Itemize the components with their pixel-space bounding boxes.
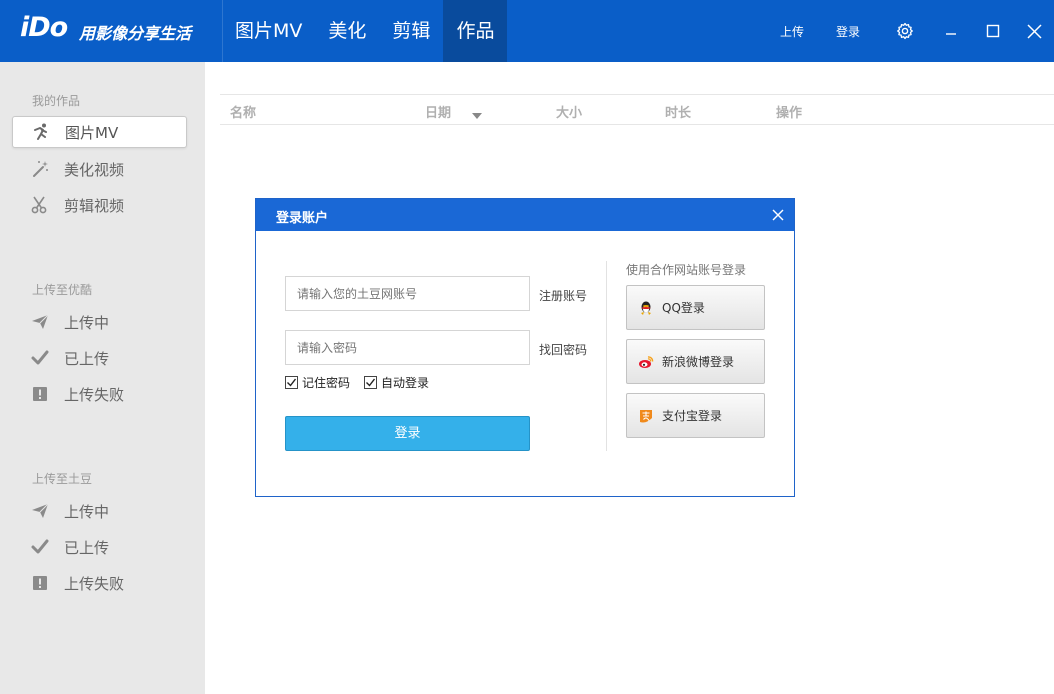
sidebar: 我的作品 图片MV 美化视频 剪辑视频 上传至优酷 上传中 已上传 上传失败 上… [0, 62, 205, 694]
tab-picture-mv[interactable]: 图片MV [222, 0, 315, 62]
sidebar-item-label: 上传中 [64, 502, 110, 521]
sidebar-item-youku-uploading[interactable]: 上传中 [12, 306, 187, 338]
magic-wand-icon [30, 159, 50, 179]
section-title-upload-youku: 上传至优酷 [32, 283, 93, 297]
scissors-icon [30, 195, 50, 215]
sidebar-item-label: 上传中 [64, 313, 110, 332]
column-date[interactable]: 日期 [425, 102, 451, 121]
sidebar-item-label: 剪辑视频 [64, 196, 125, 215]
main-nav: 图片MV 美化 剪辑 作品 [222, 0, 508, 62]
alipay-login-button[interactable]: 支付宝登录 [626, 393, 765, 438]
app-logo: iDo [20, 12, 68, 43]
sort-down-icon[interactable] [472, 108, 482, 123]
dialog-header: 登录账户 [256, 199, 794, 231]
sidebar-item-picture-mv[interactable]: 图片MV [12, 116, 187, 148]
auto-login-checkbox[interactable]: 自动登录 [364, 374, 429, 391]
sidebar-item-label: 已上传 [64, 538, 110, 557]
checkmark-icon [30, 537, 50, 557]
tab-works[interactable]: 作品 [443, 0, 508, 62]
sidebar-item-youku-uploaded[interactable]: 已上传 [12, 342, 187, 374]
dialog-title: 登录账户 [276, 211, 329, 226]
sidebar-item-edit-video[interactable]: 剪辑视频 [12, 189, 187, 221]
sidebar-item-tudou-uploading[interactable]: 上传中 [12, 495, 187, 527]
sidebar-item-label: 上传失败 [64, 385, 125, 404]
section-title-upload-tudou: 上传至土豆 [32, 472, 93, 486]
app-slogan: 用影像分享生活 [79, 24, 192, 43]
dialog-close-icon[interactable] [770, 207, 786, 223]
auto-login-label: 自动登录 [381, 376, 430, 390]
sidebar-item-label: 已上传 [64, 349, 110, 368]
recover-password-link[interactable]: 找回密码 [539, 341, 587, 358]
sidebar-item-beautify-video[interactable]: 美化视频 [12, 153, 187, 185]
runner-icon [31, 122, 51, 142]
sidebar-item-label: 美化视频 [64, 160, 125, 179]
paper-plane-icon [30, 501, 50, 521]
sidebar-item-youku-failed[interactable]: 上传失败 [12, 378, 187, 410]
close-window-icon[interactable] [1023, 20, 1045, 42]
sidebar-item-tudou-failed[interactable]: 上传失败 [12, 567, 187, 599]
remember-password-checkbox[interactable]: 记住密码 [285, 374, 350, 391]
remember-password-label: 记住密码 [302, 376, 351, 390]
qq-login-button[interactable]: QQ登录 [626, 285, 765, 330]
account-input[interactable] [285, 276, 530, 311]
section-title-my-works: 我的作品 [32, 94, 81, 108]
sidebar-item-tudou-uploaded[interactable]: 已上传 [12, 531, 187, 563]
alipay-login-label: 支付宝登录 [662, 409, 723, 423]
column-actions: 操作 [776, 106, 803, 121]
alipay-icon [638, 408, 654, 424]
checkmark-icon [30, 348, 50, 368]
checkbox-checked-icon [285, 376, 298, 389]
login-submit-button[interactable]: 登录 [285, 416, 530, 451]
settings-gear-icon[interactable] [894, 20, 916, 42]
sidebar-item-label: 图片MV [65, 123, 119, 142]
upload-link[interactable]: 上传 [780, 23, 804, 40]
exclamation-icon [30, 573, 50, 593]
column-size[interactable]: 大小 [556, 102, 582, 121]
sidebar-item-label: 上传失败 [64, 574, 125, 593]
column-name[interactable]: 名称 [230, 102, 256, 121]
login-dialog: 登录账户 注册账号 找回密码 记住密码 自动登录 登录 使用合作网站账号登录 Q… [255, 198, 795, 497]
tab-beautify[interactable]: 美化 [315, 0, 379, 62]
weibo-icon [638, 354, 654, 370]
exclamation-icon [30, 384, 50, 404]
weibo-login-label: 新浪微博登录 [662, 355, 735, 369]
partner-login-title: 使用合作网站账号登录 [626, 263, 747, 277]
login-link[interactable]: 登录 [836, 23, 860, 40]
maximize-icon[interactable] [982, 20, 1004, 42]
qq-penguin-icon [638, 300, 654, 316]
register-link[interactable]: 注册账号 [539, 287, 587, 304]
title-bar: iDo 用影像分享生活 图片MV 美化 剪辑 作品 上传 登录 [0, 0, 1054, 62]
password-input[interactable] [285, 330, 530, 365]
tab-edit[interactable]: 剪辑 [379, 0, 443, 62]
dialog-divider [606, 261, 607, 451]
checkbox-checked-icon [364, 376, 377, 389]
qq-login-label: QQ登录 [662, 301, 705, 315]
column-duration[interactable]: 时长 [665, 102, 691, 121]
minimize-icon[interactable] [940, 20, 962, 42]
weibo-login-button[interactable]: 新浪微博登录 [626, 339, 765, 384]
works-table-header: 名称 日期 大小 时长 操作 [220, 94, 1054, 125]
paper-plane-icon [30, 312, 50, 332]
